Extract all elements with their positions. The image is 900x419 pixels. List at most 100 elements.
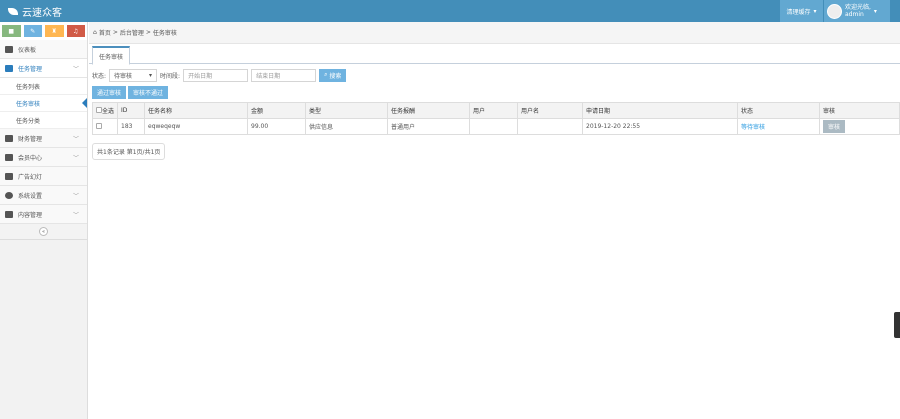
sidebar-item-content[interactable]: 内容管理 ﹀ xyxy=(0,205,87,224)
cell-amount: 99.00 xyxy=(247,118,306,135)
chevron-down-icon: ﹀ xyxy=(72,135,79,143)
pagination-info: 共1条记录 第1页/共1页 xyxy=(92,143,166,160)
sidebar-item-finance[interactable]: 财务管理 ﹀ xyxy=(0,129,87,148)
review-button[interactable]: 审核 xyxy=(823,120,846,133)
header-date: 申请日期 xyxy=(582,102,738,119)
sidebar-item-label: 系统设置 xyxy=(18,192,43,200)
chevron-down-icon: ﹀ xyxy=(72,154,79,162)
sidebar-item-label: 财务管理 xyxy=(18,135,43,143)
cell-reward: 普通用户 xyxy=(387,118,470,135)
task-table: 全选 ID 任务名称 金额 类型 任务报酬 用户 用户名 申请日期 状态 审核 … xyxy=(92,102,900,135)
cell-username xyxy=(517,118,583,135)
header-reward: 任务报酬 xyxy=(387,102,470,119)
clear-cache-button[interactable]: 清理缓存 ▾ xyxy=(780,0,823,22)
book-icon xyxy=(5,210,13,218)
signal-shortcut-button[interactable]: ■ xyxy=(2,25,21,37)
brand-name: 云速众客 xyxy=(22,8,62,19)
cell-id: 183 xyxy=(117,118,145,135)
header-username: 用户名 xyxy=(517,102,583,119)
brand[interactable]: 云速众客 xyxy=(8,4,62,19)
status-value: 待审核 xyxy=(114,72,133,80)
end-date-input[interactable]: 结束日期 xyxy=(251,68,317,82)
status-link[interactable]: 等待审核 xyxy=(741,124,765,131)
clear-cache-label: 清理缓存 xyxy=(786,8,811,16)
caret-down-icon: ▾ xyxy=(873,7,877,15)
sidebar-item-dashboard[interactable]: 仪表板 xyxy=(0,40,87,59)
flag-icon xyxy=(5,64,13,72)
printer-icon xyxy=(5,134,13,142)
approve-button[interactable]: 通过审核 xyxy=(92,86,127,99)
sidebar-item-ads[interactable]: 广告幻灯 xyxy=(0,167,87,186)
bell-shortcut-button[interactable]: ♫ xyxy=(66,25,85,37)
sidebar-item-label: 会员中心 xyxy=(18,154,43,162)
pencil-shortcut-button[interactable]: ✎ xyxy=(23,25,42,37)
header-status: 状态 xyxy=(737,102,820,119)
tab-task-review[interactable]: 任务审核 xyxy=(92,46,131,65)
search-button[interactable]: ⌕ 搜索 xyxy=(319,68,347,82)
user-menu[interactable]: 欢迎光临, admin ▾ xyxy=(824,0,890,22)
sidebar-subitem-task-review[interactable]: 任务审核 xyxy=(0,95,87,112)
cell-name: eqweqeqw xyxy=(144,118,248,135)
header-review: 审核 xyxy=(819,102,900,119)
shortcut-buttons: ■ ✎ ♜ ♫ xyxy=(0,22,87,40)
start-date-input[interactable]: 开始日期 xyxy=(183,68,249,82)
caret-down-icon: ▾ xyxy=(149,71,153,79)
status-label: 状态: xyxy=(92,72,107,80)
select-all-header[interactable]: 全选 xyxy=(92,102,118,119)
cell-user xyxy=(469,118,518,135)
header-user: 用户 xyxy=(469,102,518,119)
username: admin xyxy=(845,11,864,18)
header-name: 任务名称 xyxy=(144,102,248,119)
search-label: 搜索 xyxy=(329,72,342,80)
main-content: ⌂ 首页 > 后台管理 > 任务审核 任务审核 状态: 待审核 ▾ 时间段: 开始日期… xyxy=(89,22,900,419)
home-icon: ⌂ xyxy=(93,29,97,36)
sidebar-subitem-label: 任务列表 xyxy=(16,83,41,91)
status-select[interactable]: 待审核 ▾ xyxy=(109,68,158,82)
sidebar-subitem-task-category[interactable]: 任务分类 xyxy=(0,112,87,129)
breadcrumb-separator: > xyxy=(145,29,151,36)
chevron-down-icon: ﹀ xyxy=(72,192,79,200)
side-panel-handle[interactable] xyxy=(894,312,900,338)
chevron-down-icon: ﹀ xyxy=(72,65,79,73)
sidebar-subitem-label: 任务审核 xyxy=(16,100,41,108)
select-all-label: 全选 xyxy=(102,108,115,115)
picture-icon xyxy=(5,172,13,180)
sidebar-item-label: 任务管理 xyxy=(18,65,43,73)
collapse-icon[interactable]: « xyxy=(39,227,48,236)
table-header: 全选 ID 任务名称 金额 类型 任务报酬 用户 用户名 申请日期 状态 审核 xyxy=(92,102,900,119)
users-shortcut-button[interactable]: ♜ xyxy=(45,25,64,37)
cell-date: 2019-12-20 22:55 xyxy=(582,118,738,135)
welcome-text: 欢迎光临, xyxy=(845,4,871,11)
search-icon: ⌕ xyxy=(324,71,328,78)
chevron-down-icon: ﹀ xyxy=(72,211,79,219)
bulk-actions: 通过审核 审核不通过 xyxy=(89,86,900,100)
sidebar-item-label: 广告幻灯 xyxy=(18,173,43,181)
cell-status: 等待审核 xyxy=(737,118,820,135)
filter-bar: 状态: 待审核 ▾ 时间段: 开始日期 结束日期 ⌕ 搜索 xyxy=(89,64,900,86)
breadcrumb-home[interactable]: 首页 xyxy=(99,28,111,37)
row-checkbox[interactable] xyxy=(96,122,102,129)
breadcrumb-current: 任务审核 xyxy=(152,30,177,37)
gear-icon xyxy=(5,191,13,199)
sidebar-item-members[interactable]: 会员中心 ﹀ xyxy=(0,148,87,167)
breadcrumb: ⌂ 首页 > 后台管理 > 任务审核 xyxy=(89,22,900,44)
cell-review: 审核 xyxy=(819,118,900,135)
header-id: ID xyxy=(117,102,145,119)
user-icon xyxy=(5,153,13,161)
header-type: 类型 xyxy=(305,102,388,119)
sidebar-subitem-task-list[interactable]: 任务列表 xyxy=(0,78,87,95)
sidebar-item-task-management[interactable]: 任务管理 ﹀ xyxy=(0,59,87,78)
sidebar-subitem-label: 任务分类 xyxy=(16,117,41,125)
sidebar-item-settings[interactable]: 系统设置 ﹀ xyxy=(0,186,87,205)
time-label: 时间段: xyxy=(160,72,181,80)
sidebar-collapse[interactable]: « xyxy=(0,224,87,240)
breadcrumb-separator: > xyxy=(112,29,118,36)
leaf-icon xyxy=(8,8,18,15)
header-amount: 金额 xyxy=(247,102,306,119)
breadcrumb-admin[interactable]: 后台管理 xyxy=(120,28,144,37)
sidebar-item-label: 仪表板 xyxy=(18,46,37,54)
sidebar-item-label: 内容管理 xyxy=(18,211,43,219)
reject-button[interactable]: 审核不通过 xyxy=(128,86,169,99)
top-navbar: 云速众客 清理缓存 ▾ 欢迎光临, admin ▾ xyxy=(0,0,900,22)
sidebar: ■ ✎ ♜ ♫ 仪表板 任务管理 ﹀ 任务列表 任务审核 任务分类 财务管理 ﹀ 会… xyxy=(0,22,88,419)
